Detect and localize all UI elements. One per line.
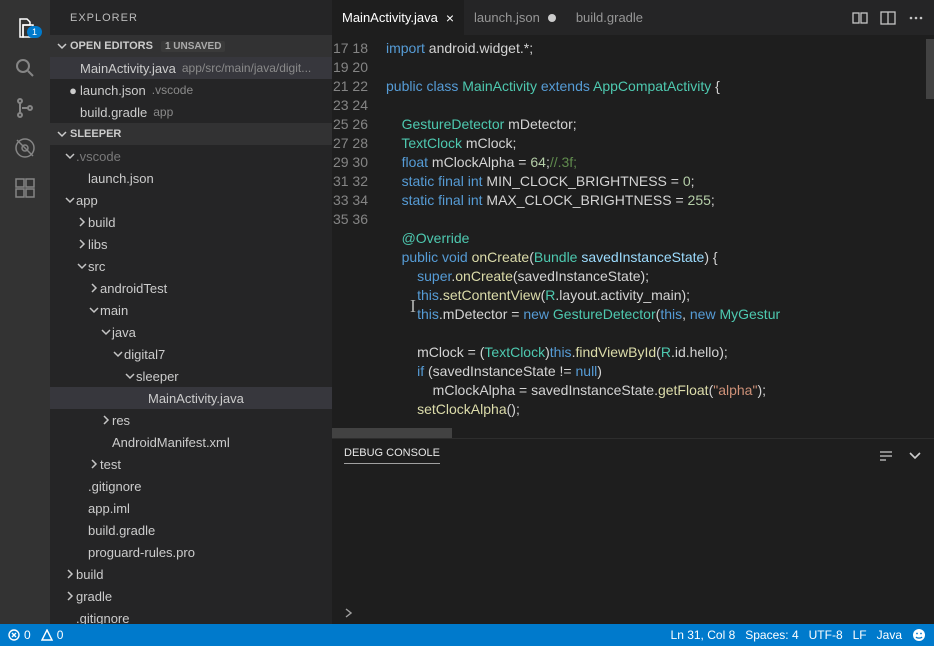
tree-folder[interactable]: res: [50, 409, 332, 431]
activity-scm-icon[interactable]: [1, 88, 49, 128]
feedback-icon[interactable]: [912, 628, 926, 642]
word-wrap-icon[interactable]: [878, 448, 894, 464]
chevron-down-icon: [124, 371, 136, 381]
open-editor-item[interactable]: MainActivity.javaapp/src/main/java/digit…: [50, 57, 332, 79]
chevron-right-icon: [88, 459, 100, 469]
chevron-right-icon: [88, 283, 100, 293]
chevron-right-icon: [76, 239, 88, 249]
code-editor[interactable]: 17 18 19 20 21 22 23 24 25 26 27 28 29 3…: [332, 35, 934, 428]
compare-icon[interactable]: [852, 10, 868, 26]
tree-folder[interactable]: .vscode: [50, 145, 332, 167]
editor-area: MainActivity.java×launch.jsonbuild.gradl…: [332, 0, 934, 624]
status-language[interactable]: Java: [877, 628, 902, 642]
sidebar-title: EXPLORER: [50, 0, 332, 35]
more-icon[interactable]: [908, 10, 924, 26]
open-editor-item[interactable]: ●launch.json.vscode: [50, 79, 332, 101]
close-icon[interactable]: ×: [446, 10, 454, 26]
tree-folder[interactable]: androidTest: [50, 277, 332, 299]
chevron-down-icon: [112, 349, 124, 359]
chevron-down-icon: [54, 129, 70, 139]
tree-folder[interactable]: libs: [50, 233, 332, 255]
activity-extensions-icon[interactable]: [1, 168, 49, 208]
split-editor-icon[interactable]: [880, 10, 896, 26]
code-content[interactable]: import android.widget.*; public class Ma…: [386, 35, 926, 428]
dirty-dot-icon: [548, 14, 556, 22]
tree-file[interactable]: proguard-rules.pro: [50, 541, 332, 563]
sidebar: EXPLORER OPEN EDITORS 1 UNSAVED MainActi…: [50, 0, 332, 624]
tree-file[interactable]: build.gradle: [50, 519, 332, 541]
tree-folder[interactable]: gradle: [50, 585, 332, 607]
tree-folder[interactable]: digital7: [50, 343, 332, 365]
open-editor-item[interactable]: build.gradleapp: [50, 101, 332, 123]
status-spaces[interactable]: Spaces: 4: [745, 628, 798, 642]
status-ln-col[interactable]: Ln 31, Col 8: [671, 628, 736, 642]
tree-folder[interactable]: build: [50, 211, 332, 233]
status-errors[interactable]: 0: [8, 628, 31, 642]
chevron-right-icon: [64, 569, 76, 579]
panel-breadcrumb[interactable]: [332, 602, 934, 624]
status-encoding[interactable]: UTF-8: [809, 628, 843, 642]
tree-file[interactable]: MainActivity.java: [50, 387, 332, 409]
chevron-down-icon: [64, 151, 76, 161]
activity-explorer-icon[interactable]: 1: [1, 8, 49, 48]
tree-folder[interactable]: java: [50, 321, 332, 343]
dirty-dot-icon: ●: [66, 83, 80, 98]
debug-console-panel: DEBUG CONSOLE: [332, 438, 934, 624]
editor-tab[interactable]: build.gradle: [566, 0, 653, 35]
status-eol[interactable]: LF: [853, 628, 867, 642]
chevron-down-icon: [100, 327, 112, 337]
tree-folder[interactable]: sleeper: [50, 365, 332, 387]
tree-file[interactable]: launch.json: [50, 167, 332, 189]
chevron-down-icon: [88, 305, 100, 315]
minimap[interactable]: [926, 35, 934, 428]
activity-bar: 1: [0, 0, 50, 624]
activity-search-icon[interactable]: [1, 48, 49, 88]
project-header[interactable]: SLEEPER: [50, 123, 332, 145]
tree-folder[interactable]: src: [50, 255, 332, 277]
tree-folder[interactable]: test: [50, 453, 332, 475]
panel-title[interactable]: DEBUG CONSOLE: [344, 447, 440, 464]
tree-file[interactable]: app.iml: [50, 497, 332, 519]
tree-file[interactable]: .gitignore: [50, 475, 332, 497]
tree-file[interactable]: AndroidManifest.xml: [50, 431, 332, 453]
line-gutter: 17 18 19 20 21 22 23 24 25 26 27 28 29 3…: [332, 35, 386, 428]
editor-tab[interactable]: launch.json: [464, 0, 566, 35]
editor-tab[interactable]: MainActivity.java×: [332, 0, 464, 35]
activity-badge: 1: [27, 26, 42, 38]
tree-folder[interactable]: build: [50, 563, 332, 585]
status-bar: 0 0 Ln 31, Col 8 Spaces: 4 UTF-8 LF Java: [0, 624, 934, 646]
chevron-right-icon: [76, 217, 88, 227]
tree-folder[interactable]: app: [50, 189, 332, 211]
chevron-right-icon: [100, 415, 112, 425]
status-warnings[interactable]: 0: [41, 628, 64, 642]
open-editors-header[interactable]: OPEN EDITORS 1 UNSAVED: [50, 35, 332, 57]
tree-file[interactable]: .gitignore: [50, 607, 332, 624]
chevron-down-icon[interactable]: [908, 448, 922, 464]
activity-debug-icon[interactable]: [1, 128, 49, 168]
tree-folder[interactable]: main: [50, 299, 332, 321]
chevron-down-icon: [64, 195, 76, 205]
chevron-right-icon: [64, 591, 76, 601]
editor-tabs: MainActivity.java×launch.jsonbuild.gradl…: [332, 0, 934, 35]
chevron-down-icon: [76, 261, 88, 271]
unsaved-badge: 1 UNSAVED: [161, 41, 226, 52]
editor-h-scrollbar[interactable]: [332, 428, 934, 438]
chevron-down-icon: [54, 41, 70, 51]
